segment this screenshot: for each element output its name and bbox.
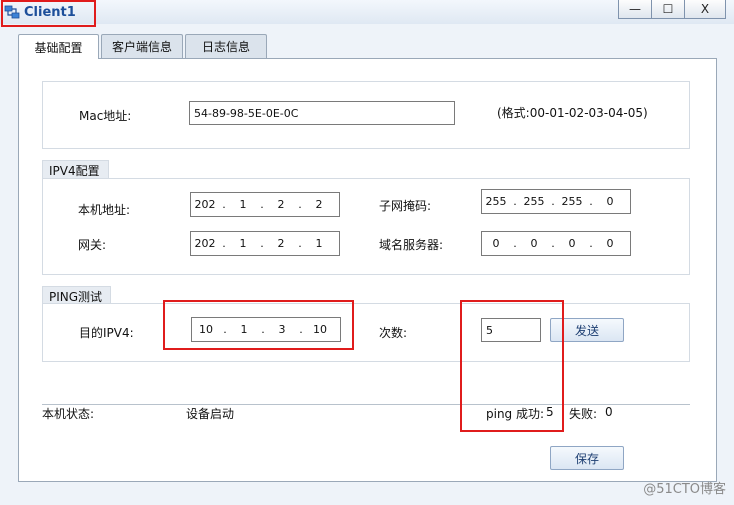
ping-result-highlight-box [460,300,564,432]
gateway-input[interactable]: 202. 1. 2. 1 [190,231,340,256]
close-button[interactable]: X [684,0,726,19]
ping-group: 目的IPV4: 10. 1. 3. 10 次数: 5 发送 [42,303,690,362]
mac-address-input[interactable]: 54-89-98-5E-0E-0C [189,101,455,125]
basic-config-panel: Mac地址: 54-89-98-5E-0E-0C (格式:00-01-02-03… [18,58,717,482]
save-button[interactable]: 保存 [550,446,624,470]
title-bar: Client1 — ☐ X [0,0,734,24]
fail-label: 失败: [569,407,598,421]
dns-label: 域名服务器: [379,238,444,252]
tab-client-info[interactable]: 客户端信息 [101,34,183,58]
ping-count-label: 次数: [379,326,408,340]
subnet-label: 子网掩码: [379,199,432,213]
local-ip-input[interactable]: 202. 1. 2. 2 [190,192,340,217]
dns-server-input[interactable]: 0. 0. 0. 0 [481,231,631,256]
watermark: @51CTO博客 [643,482,726,497]
mac-group: Mac地址: 54-89-98-5E-0E-0C (格式:00-01-02-03… [42,81,690,149]
minimize-button[interactable]: — [618,0,652,19]
tab-basic-config[interactable]: 基础配置 [18,34,99,59]
ipv4-group: 本机地址: 202. 1. 2. 2 子网掩码: 255. 255. 255. … [42,178,690,275]
mac-format-hint: (格式:00-01-02-03-04-05) [497,106,648,120]
local-ip-label: 本机地址: [78,203,131,217]
fail-count: 0 [605,405,613,419]
title-highlight-box [1,0,96,27]
local-status-value: 设备启动 [186,407,235,421]
ipv4-legend: IPV4配置 [42,160,109,179]
ping-target-label: 目的IPV4: [79,326,134,340]
tab-log-info[interactable]: 日志信息 [185,34,267,58]
local-status-label: 本机状态: [42,407,95,421]
maximize-button[interactable]: ☐ [651,0,685,19]
gateway-label: 网关: [78,238,107,252]
ping-target-highlight-box [163,300,354,350]
subnet-mask-input[interactable]: 255. 255. 255. 0 [481,189,631,214]
mac-label: Mac地址: [79,109,132,123]
